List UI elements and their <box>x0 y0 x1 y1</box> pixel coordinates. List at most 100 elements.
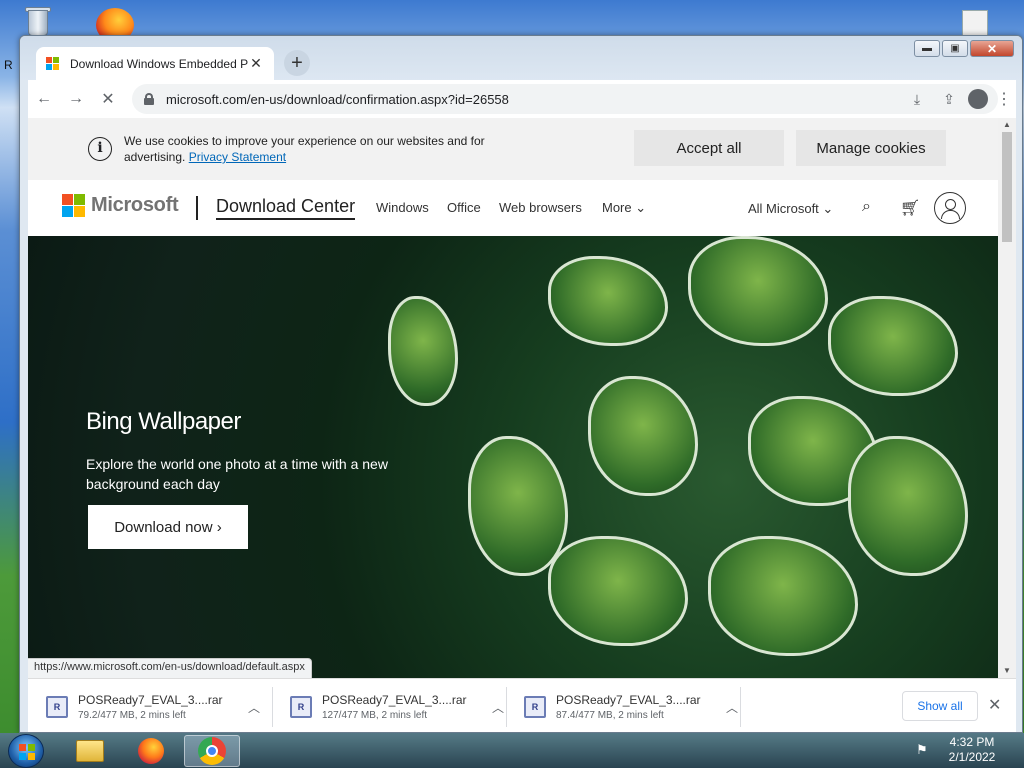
scroll-down-icon[interactable]: ▼ <box>1002 666 1012 676</box>
clock-date: 2/1/2022 <box>948 750 996 764</box>
system-clock[interactable]: 4:32 PM 2/1/2022 <box>942 735 1002 765</box>
page-scrollbar[interactable]: ▲ ▼ <box>998 118 1016 678</box>
microsoft-squares-icon <box>62 194 85 217</box>
chrome-icon <box>198 737 226 765</box>
rar-file-icon: R <box>524 696 546 718</box>
status-bar-url: https://www.microsoft.com/en-us/download… <box>28 658 312 678</box>
minimize-button[interactable]: ▬ <box>914 40 940 57</box>
chevron-down-icon: ⌄ <box>635 200 647 215</box>
cookie-text: We use cookies to improve your experienc… <box>124 133 544 165</box>
clock-time: 4:32 PM <box>949 735 995 749</box>
folder-icon <box>76 740 104 762</box>
leaf-decoration <box>708 536 858 656</box>
cookie-banner: i We use cookies to improve your experie… <box>28 118 998 180</box>
recycle-bin-icon[interactable] <box>18 4 56 38</box>
download-filename: POSReady7_EVAL_3....rar <box>322 693 467 707</box>
menu-kebab-icon[interactable]: ⋮ <box>988 83 1020 115</box>
nav-web-browsers[interactable]: Web browsers <box>499 200 582 215</box>
microsoft-logo[interactable]: Microsoft <box>62 194 179 217</box>
download-icon[interactable]: ⤓ <box>904 86 930 112</box>
download-shelf: R POSReady7_EVAL_3....rar 79.2/477 MB, 2… <box>28 678 1016 732</box>
rar-file-icon: R <box>290 696 312 718</box>
leaf-decoration <box>828 296 958 396</box>
header-divider <box>196 196 198 220</box>
forward-arrow-icon[interactable]: → <box>60 83 92 115</box>
hero-title: Bing Wallpaper <box>86 408 241 435</box>
download-status: 87.4/477 MB, 2 mins left <box>556 710 664 721</box>
cart-icon[interactable]: 🛒︎ <box>900 198 920 218</box>
download-status: 79.2/477 MB, 2 mins left <box>78 710 186 721</box>
shelf-divider <box>740 687 741 727</box>
nav-windows[interactable]: Windows <box>376 200 429 215</box>
taskbar-firefox[interactable] <box>123 735 179 767</box>
all-microsoft-menu[interactable]: All Microsoft ⌄ <box>748 201 833 217</box>
nav-more[interactable]: More ⌄ <box>602 200 646 216</box>
stop-loading-icon[interactable]: ✕ <box>92 83 124 115</box>
window-controls: ▬ ▣ ✕ <box>914 40 1014 57</box>
close-window-button[interactable]: ✕ <box>970 40 1014 57</box>
close-shelf-icon[interactable]: ✕ <box>988 695 1001 715</box>
sign-in-icon[interactable] <box>934 192 966 224</box>
scroll-up-icon[interactable]: ▲ <box>1002 120 1012 130</box>
shelf-divider <box>272 687 273 727</box>
leaf-decoration <box>548 256 668 346</box>
url-text[interactable]: microsoft.com/en-us/download/confirmatio… <box>166 92 904 107</box>
maximize-button[interactable]: ▣ <box>942 40 968 57</box>
leaf-decoration <box>588 376 698 496</box>
download-status: 127/477 MB, 2 mins left <box>322 710 428 721</box>
tab-title: Download Windows Embedded P <box>70 56 248 71</box>
chevron-right-icon: › <box>216 518 222 536</box>
info-icon: i <box>88 137 112 161</box>
share-icon[interactable]: ⇪ <box>936 86 962 112</box>
nav-more-label: More <box>602 200 632 215</box>
firefox-icon <box>138 738 164 764</box>
start-button[interactable] <box>8 734 44 768</box>
accept-all-button[interactable]: Accept all <box>634 130 784 166</box>
all-microsoft-label: All Microsoft <box>748 201 819 216</box>
privacy-statement-link[interactable]: Privacy Statement <box>189 150 286 164</box>
chevron-up-icon[interactable]: ︿ <box>242 699 266 716</box>
download-item[interactable]: R POSReady7_EVAL_3....rar 87.4/477 MB, 2… <box>512 685 744 729</box>
browser-toolbar: ← → ✕ microsoft.com/en-us/download/confi… <box>28 80 1016 118</box>
rar-file-icon: R <box>46 696 68 718</box>
download-now-label: Download now <box>114 518 213 536</box>
hero-banner: Bing Wallpaper Explore the world one pho… <box>28 236 998 678</box>
address-bar[interactable]: microsoft.com/en-us/download/confirmatio… <box>132 84 998 114</box>
download-filename: POSReady7_EVAL_3....rar <box>78 693 223 707</box>
download-item[interactable]: R POSReady7_EVAL_3....rar 127/477 MB, 2 … <box>278 685 510 729</box>
manage-cookies-button[interactable]: Manage cookies <box>796 130 946 166</box>
taskbar-chrome[interactable] <box>184 735 240 767</box>
page-content: i We use cookies to improve your experie… <box>28 118 998 678</box>
tab-close-icon[interactable]: ✕ <box>248 55 264 72</box>
taskbar: ⚑ 4:32 PM 2/1/2022 <box>0 733 1024 768</box>
back-arrow-icon[interactable]: ← <box>28 83 60 115</box>
cookie-message: We use cookies to improve your experienc… <box>124 134 485 164</box>
leaf-decoration <box>548 536 688 646</box>
leaf-decoration <box>688 236 828 346</box>
leaf-decoration <box>468 436 568 576</box>
leaf-decoration <box>848 436 968 576</box>
lock-icon[interactable] <box>144 93 154 105</box>
download-now-button[interactable]: Download now › <box>88 505 248 549</box>
windows-flag-icon <box>19 744 35 760</box>
action-center-flag-icon[interactable]: ⚑ <box>916 742 932 758</box>
brand-text: Microsoft <box>91 194 179 216</box>
taskbar-explorer[interactable] <box>62 735 118 767</box>
site-header: Microsoft Download Center Windows Office… <box>28 180 998 236</box>
tab-download-windows-embedded[interactable]: Download Windows Embedded P ✕ <box>36 47 274 80</box>
new-tab-button[interactable]: + <box>284 50 310 76</box>
hero-subtitle: Explore the world one photo at a time wi… <box>86 456 388 492</box>
microsoft-favicon-icon <box>46 56 60 71</box>
chevron-down-icon: ⌄ <box>822 201 834 216</box>
search-icon[interactable]: ⌕ <box>862 198 871 216</box>
desktop-label-fragment: R <box>4 58 13 72</box>
title-bar[interactable]: ▬ ▣ ✕ Download Windows Embedded P ✕ + <box>20 36 1022 80</box>
leaf-decoration <box>388 296 458 406</box>
show-all-button[interactable]: Show all <box>902 691 978 721</box>
browser-window: ▬ ▣ ✕ Download Windows Embedded P ✕ + ← … <box>19 35 1023 733</box>
download-filename: POSReady7_EVAL_3....rar <box>556 693 701 707</box>
download-center-link[interactable]: Download Center <box>216 196 356 220</box>
nav-office[interactable]: Office <box>447 200 481 215</box>
download-item[interactable]: R POSReady7_EVAL_3....rar 79.2/477 MB, 2… <box>34 685 266 729</box>
scroll-thumb[interactable] <box>1002 132 1012 242</box>
